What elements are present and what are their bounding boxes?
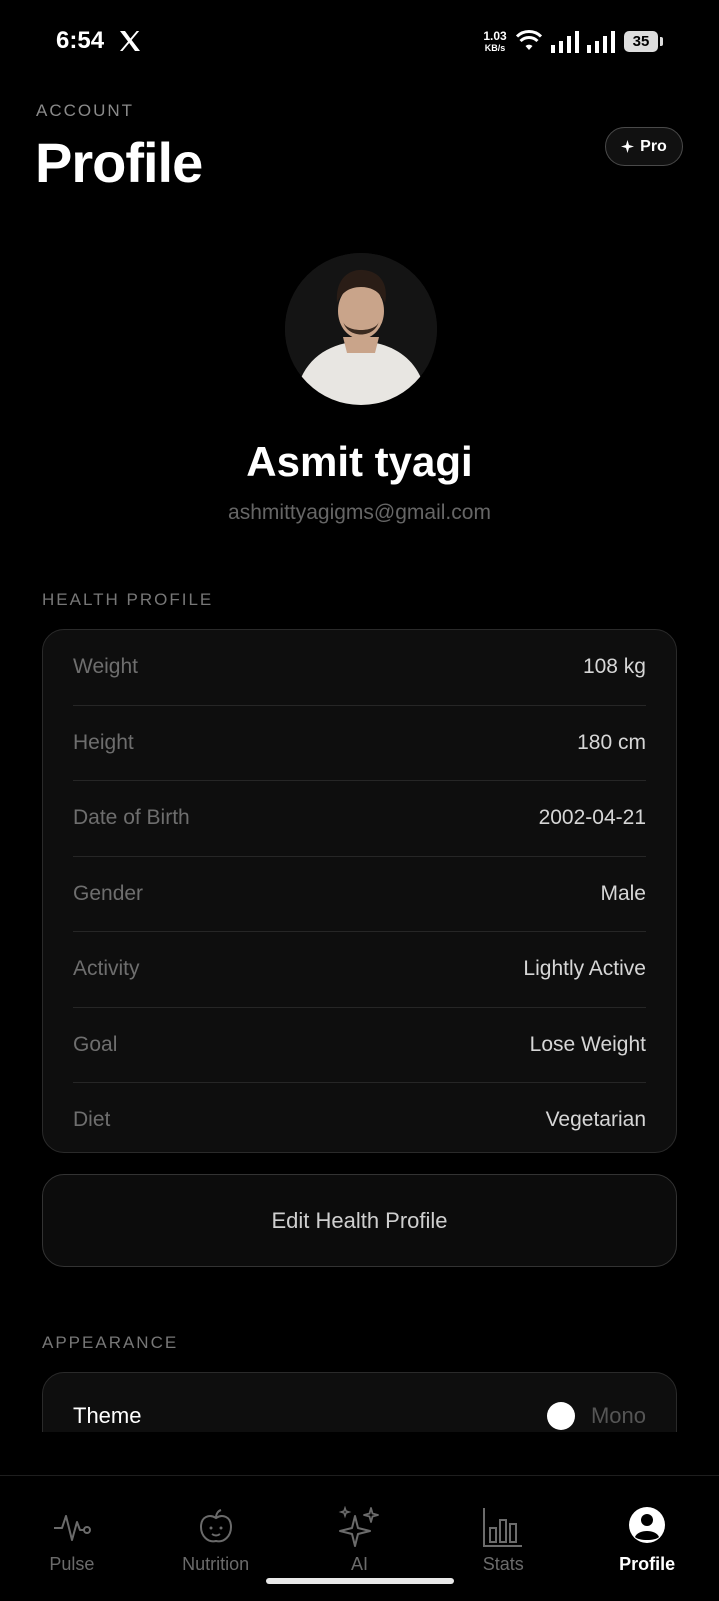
user-name: Asmit tyagi bbox=[246, 438, 473, 485]
network-speed: 1.03 KB/s bbox=[478, 30, 512, 54]
page-eyebrow: ACCOUNT bbox=[36, 101, 135, 120]
health-row-gender[interactable]: Gender Male bbox=[73, 857, 646, 932]
nav-label: AI bbox=[350, 1554, 368, 1574]
row-label: Diet bbox=[73, 1108, 111, 1132]
health-profile-card: Weight 108 kg Height 180 cm Date of Birt… bbox=[42, 629, 677, 1153]
appearance-section-label: APPEARANCE bbox=[42, 1333, 179, 1352]
theme-label: Theme bbox=[73, 1403, 142, 1428]
theme-toggle[interactable] bbox=[546, 1402, 575, 1430]
row-value: 2002-04-21 bbox=[538, 806, 646, 830]
nav-label: Profile bbox=[619, 1554, 676, 1574]
health-row-height[interactable]: Height 180 cm bbox=[73, 706, 646, 781]
health-row-activity[interactable]: Activity Lightly Active bbox=[73, 932, 646, 1008]
sparkles-icon bbox=[339, 1506, 380, 1547]
row-label: Goal bbox=[73, 1032, 118, 1056]
edit-health-profile-button[interactable]: Edit Health Profile bbox=[42, 1174, 677, 1267]
bar-chart-icon bbox=[483, 1508, 523, 1547]
pro-badge-label: Pro bbox=[640, 137, 667, 155]
wifi-icon bbox=[516, 30, 542, 50]
row-label: Gender bbox=[73, 881, 144, 905]
network-speed-unit: KB/s bbox=[484, 43, 506, 53]
signal-icon-sim2 bbox=[587, 31, 615, 53]
row-label: Weight bbox=[73, 655, 138, 679]
avatar[interactable] bbox=[285, 253, 437, 405]
nav-label: Nutrition bbox=[182, 1554, 250, 1574]
status-bar: 6:54 1.03 KB/s 35 bbox=[0, 0, 719, 84]
health-row-diet[interactable]: Diet Vegetarian bbox=[73, 1083, 646, 1158]
sparkle-icon bbox=[621, 140, 635, 153]
row-value: Lose Weight bbox=[529, 1032, 646, 1056]
health-row-date-of-birth[interactable]: Date of Birth 2002-04-21 bbox=[73, 781, 646, 857]
signal-icon-sim1 bbox=[551, 31, 579, 53]
nav-label: Stats bbox=[482, 1554, 524, 1574]
scroll-cutoff bbox=[0, 1432, 719, 1476]
battery-icon: 35 bbox=[624, 31, 658, 52]
health-profile-section-label: HEALTH PROFILE bbox=[42, 590, 214, 609]
network-speed-value: 1.03 bbox=[483, 29, 507, 43]
health-row-goal[interactable]: Goal Lose Weight bbox=[73, 1008, 646, 1083]
row-value: Lightly Active bbox=[523, 957, 646, 981]
row-value: 108 kg bbox=[582, 655, 646, 679]
row-label: Activity bbox=[73, 957, 140, 981]
row-value: 180 cm bbox=[577, 730, 646, 754]
theme-value: Mono bbox=[590, 1403, 646, 1428]
row-value: Vegetarian bbox=[545, 1108, 646, 1132]
row-value: Male bbox=[600, 881, 646, 905]
battery-nub bbox=[660, 37, 663, 46]
avatar-photo bbox=[285, 253, 437, 405]
row-label: Height bbox=[73, 730, 134, 754]
pro-badge-button[interactable]: Pro bbox=[605, 127, 683, 166]
home-indicator[interactable] bbox=[266, 1578, 454, 1584]
x-app-icon bbox=[120, 31, 140, 51]
status-time: 6:54 bbox=[56, 27, 105, 54]
user-circle-icon bbox=[629, 1507, 666, 1543]
nav-item-profile[interactable]: Profile bbox=[575, 1476, 719, 1601]
apple-icon bbox=[199, 1509, 232, 1543]
pulse-icon bbox=[53, 1515, 91, 1541]
user-email: ashmittyagigms@gmail.com bbox=[228, 501, 491, 524]
page-title: Profile bbox=[35, 131, 203, 194]
row-label: Date of Birth bbox=[73, 806, 190, 830]
health-row-weight[interactable]: Weight 108 kg bbox=[73, 630, 646, 706]
nav-item-pulse[interactable]: Pulse bbox=[0, 1476, 144, 1601]
nav-label: Pulse bbox=[49, 1554, 95, 1574]
